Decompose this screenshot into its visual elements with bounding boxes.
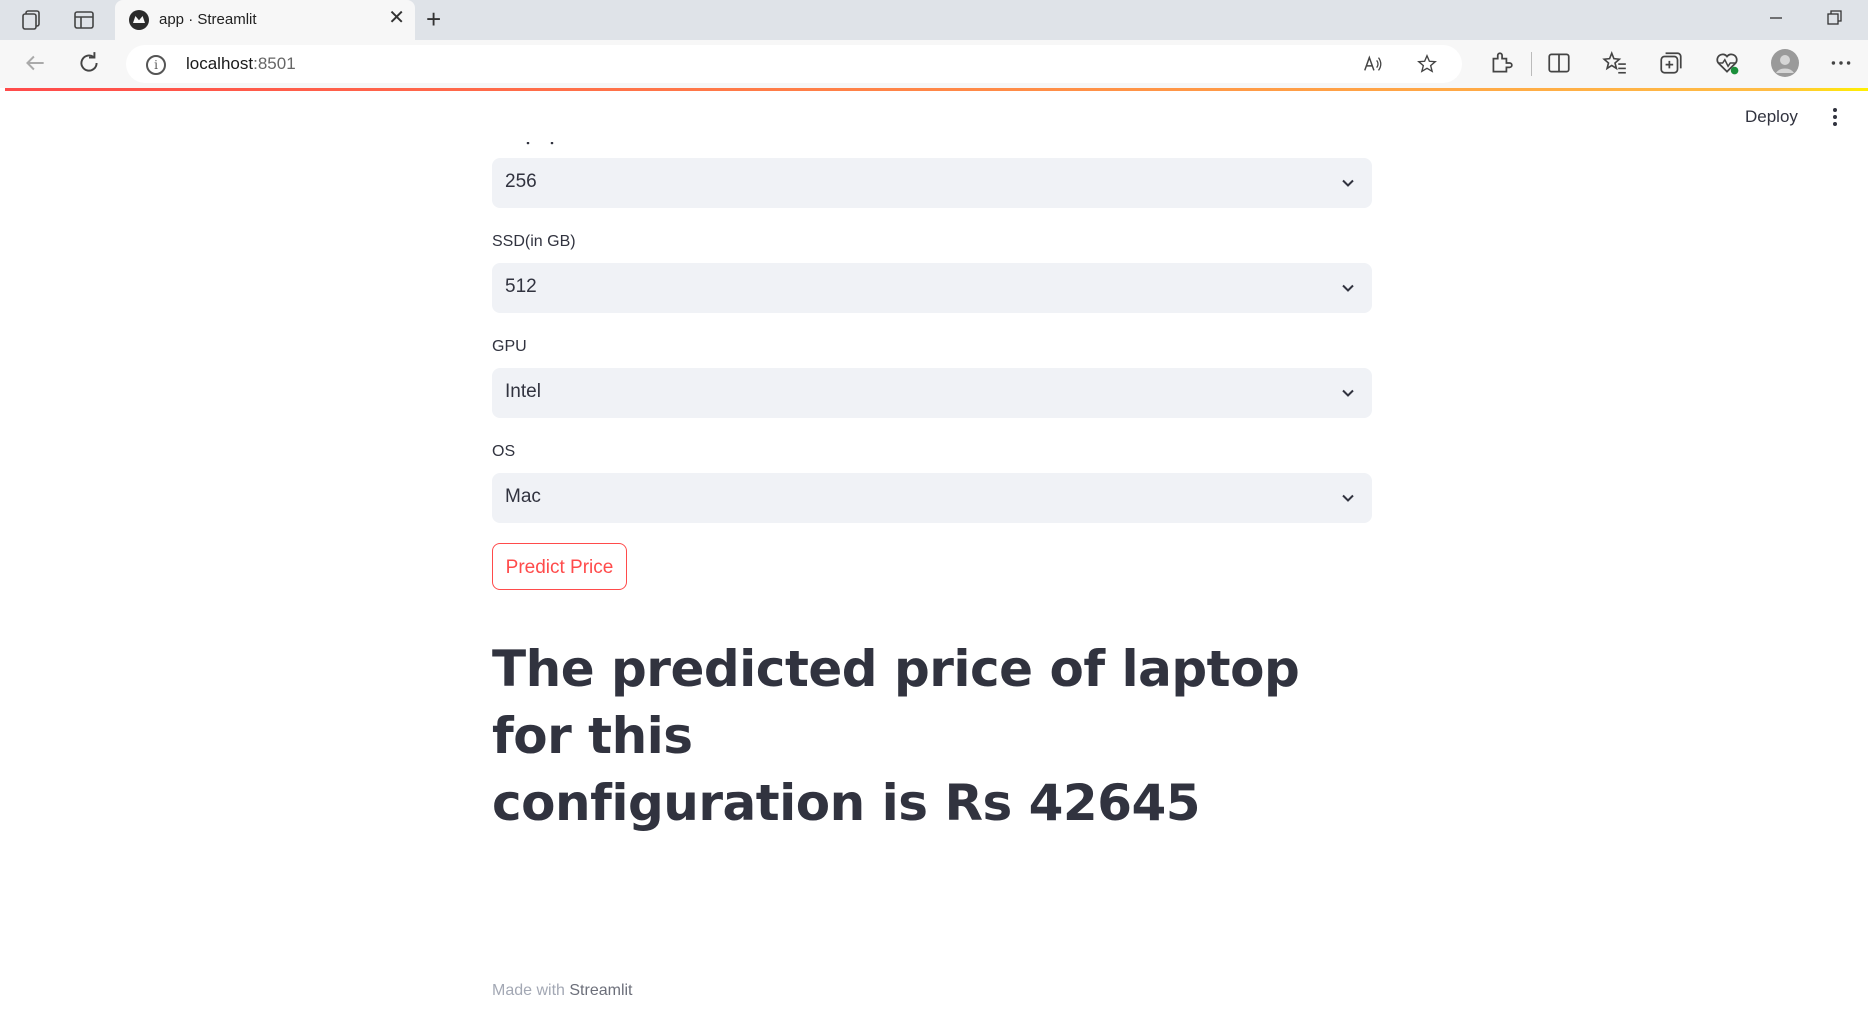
os-select-value: Mac: [505, 486, 541, 507]
os-label: OS: [492, 443, 516, 460]
deploy-button[interactable]: Deploy: [1745, 107, 1798, 127]
gpu-select[interactable]: Intel: [492, 368, 1372, 418]
address-bar[interactable]: i localhost:8501: [126, 45, 1462, 83]
hdd-label-clipped: [492, 137, 582, 147]
tab-title: app · Streamlit: [159, 11, 257, 28]
chevron-down-icon: [1342, 179, 1354, 187]
new-tab-icon[interactable]: +: [426, 5, 441, 33]
os-select[interactable]: Mac: [492, 473, 1372, 523]
favorite-star-icon[interactable]: [1416, 53, 1438, 75]
prediction-result-heading: The predicted price of laptop for this c…: [492, 636, 1392, 837]
minimize-icon[interactable]: [1766, 8, 1786, 28]
chevron-down-icon: [1342, 284, 1354, 292]
workspaces-icon[interactable]: [20, 8, 44, 32]
chevron-down-icon: [1342, 494, 1354, 502]
url-text: localhost:8501: [186, 54, 296, 73]
split-screen-icon[interactable]: [1546, 50, 1572, 76]
chevron-down-icon: [1342, 389, 1354, 397]
gpu-select-value: Intel: [505, 381, 541, 402]
browser-tab-bar: app · Streamlit ✕ +: [0, 0, 1868, 40]
result-line-2: configuration is Rs 42645: [492, 774, 1201, 832]
close-tab-icon[interactable]: ✕: [388, 8, 405, 28]
predict-price-button[interactable]: Predict Price: [492, 543, 627, 590]
refresh-icon[interactable]: [76, 50, 102, 76]
browser-essentials-icon[interactable]: [1714, 50, 1740, 76]
site-info-icon[interactable]: i: [146, 55, 166, 75]
ssd-select[interactable]: 512: [492, 263, 1372, 313]
streamlit-link[interactable]: Streamlit: [569, 982, 632, 999]
ssd-select-value: 512: [505, 276, 537, 297]
browser-toolbar: i localhost:8501: [0, 40, 1868, 88]
footer-prefix: Made with: [492, 982, 570, 999]
collections-icon[interactable]: [1658, 50, 1684, 76]
profile-avatar-icon[interactable]: [1770, 48, 1800, 78]
back-icon[interactable]: [22, 50, 48, 76]
tab-actions-icon[interactable]: [72, 8, 96, 32]
main-menu-icon[interactable]: [1832, 106, 1838, 126]
gpu-label: GPU: [492, 338, 527, 355]
extensions-icon[interactable]: [1488, 50, 1514, 76]
restore-icon[interactable]: [1824, 8, 1844, 28]
toolbar-divider: [1531, 52, 1532, 76]
footer: Made with Streamlit: [492, 982, 633, 1000]
hdd-select[interactable]: 256: [492, 158, 1372, 208]
settings-more-icon[interactable]: [1828, 50, 1854, 76]
ssd-label: SSD(in GB): [492, 233, 576, 250]
hdd-select-value: 256: [505, 171, 537, 192]
app-view: [5, 91, 1868, 1015]
read-aloud-icon[interactable]: [1362, 53, 1384, 75]
browser-tab-active[interactable]: app · Streamlit ✕: [115, 0, 415, 40]
result-line-1: The predicted price of laptop for this: [492, 640, 1300, 765]
favorites-icon[interactable]: [1602, 50, 1628, 76]
streamlit-favicon-icon: [129, 10, 149, 30]
